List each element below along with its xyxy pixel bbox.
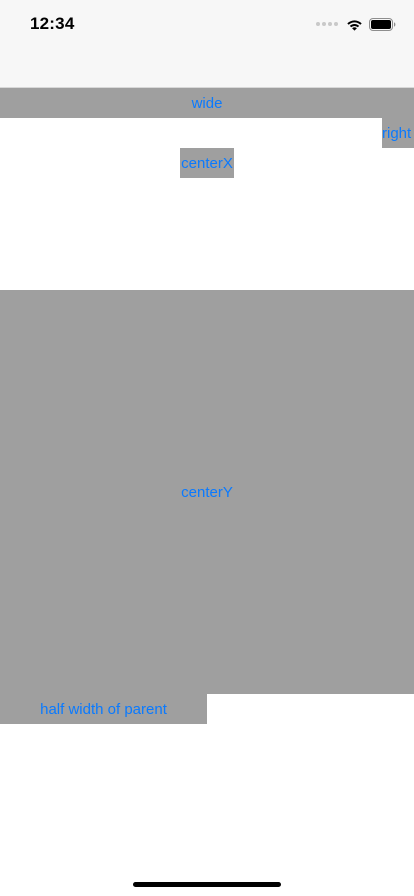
cellular-signal-icon xyxy=(316,22,338,26)
home-indicator xyxy=(133,882,281,887)
right-button[interactable]: right xyxy=(382,118,414,148)
battery-icon xyxy=(369,17,396,31)
status-time: 12:34 xyxy=(30,14,75,33)
status-bar: 12:34 xyxy=(0,0,414,88)
status-icons xyxy=(316,16,396,32)
centerx-button[interactable]: centerX xyxy=(180,148,234,178)
wide-button[interactable]: wide xyxy=(0,88,414,118)
wifi-icon xyxy=(347,19,362,31)
half-width-button[interactable]: half width of parent xyxy=(0,694,207,724)
centery-button[interactable]: centerY xyxy=(0,290,414,694)
